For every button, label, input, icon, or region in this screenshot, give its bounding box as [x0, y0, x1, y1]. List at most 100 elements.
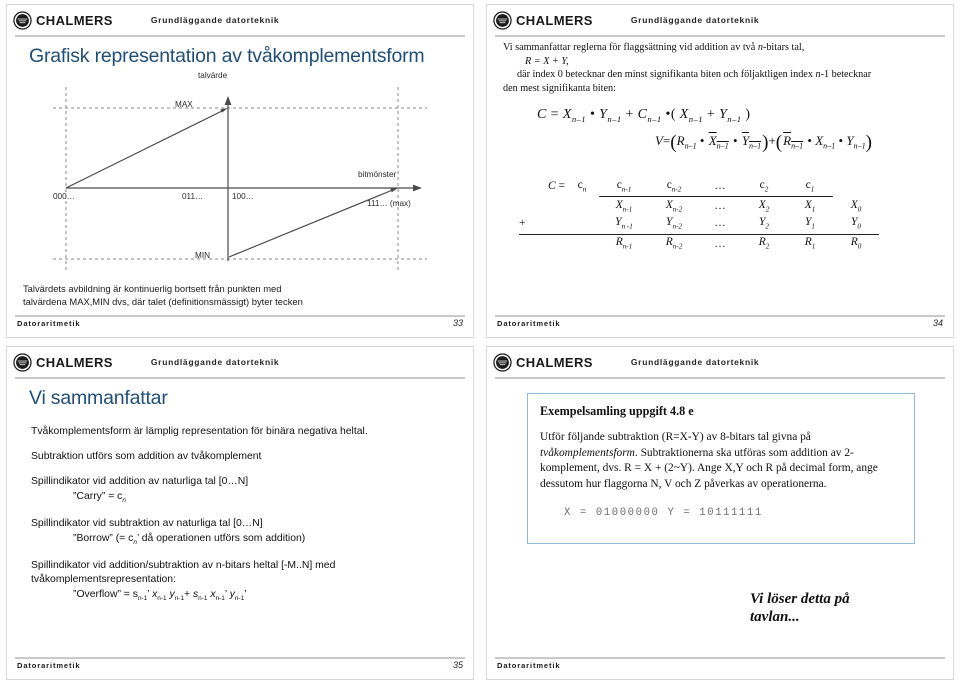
chalmers-logo: CHALMERS — [493, 352, 593, 372]
brand-name: CHALMERS — [516, 12, 593, 28]
slide-header: CHALMERS Grundläggande datorteknik — [7, 347, 473, 377]
chalmers-logo: CHALMERS — [493, 10, 593, 30]
bullet-5-sub-text: ”Overflow” = s — [73, 588, 138, 600]
chalmers-seal-icon — [13, 10, 32, 30]
cell-c-dots: … — [714, 179, 726, 192]
footer-divider — [15, 657, 465, 659]
bullet-3-formula: ”Carry” = cn — [73, 491, 126, 505]
x-tick-111: 111… (max) — [367, 199, 411, 208]
y-tick-min: MIN — [195, 251, 211, 260]
course-name: Grundläggande datorteknik — [630, 15, 760, 25]
bullet-1: Tvåkomplementsform är lämplig representa… — [31, 425, 469, 439]
positive-branch-line — [65, 109, 225, 189]
brand-name: CHALMERS — [516, 354, 593, 370]
chalmers-logo: CHALMERS — [13, 352, 113, 372]
chart-svg — [53, 87, 427, 271]
footer-label: Datoraritmetik — [17, 661, 81, 670]
twos-complement-chart: talvärde bitmönster MAX MIN 000… 011… 10… — [15, 71, 473, 275]
cell-y-n1: Yn -1 — [615, 216, 633, 231]
footer-divider — [495, 657, 945, 659]
exercise-text: Utför följande subtraktion (R=X-Y) av 8-… — [540, 430, 902, 492]
cell-y-2: Y2 — [759, 216, 769, 231]
cell-r-n1: Rn-1 — [615, 236, 633, 251]
caption-line-2: talvärdena MAX,MIN dvs, där talet (defin… — [23, 295, 303, 307]
chalmers-seal-icon — [493, 10, 512, 30]
table-row-r: Rn-1 Rn-2 … R2 R1 R0 — [519, 234, 879, 252]
footer-page-number: 34 — [932, 318, 943, 328]
exercise-operands: X = 01000000 Y = 10111111 — [564, 507, 763, 519]
slide-33: CHALMERS Grundläggande datorteknik Grafi… — [0, 0, 480, 342]
flag-rules-text: Vi sammanfattar reglerna för flaggsättni… — [503, 41, 951, 154]
row-lead-c: C = — [547, 179, 565, 192]
negative-branch-arrow — [390, 188, 398, 193]
slide-36: CHALMERS Grundläggande datorteknik Exemp… — [480, 342, 960, 684]
intro-text-c: där index 0 betecknar den minst signifik… — [517, 69, 816, 81]
footer-divider — [495, 315, 945, 317]
slide-header: CHALMERS Grundläggande datorteknik — [487, 5, 953, 35]
cell-c-n: cn — [577, 178, 587, 193]
bullet-3: Spillindikator vid addition av naturliga… — [31, 475, 469, 506]
slide-35-frame: CHALMERS Grundläggande datorteknik Vi sa… — [6, 346, 474, 680]
cell-x-1: X1 — [804, 198, 816, 214]
bullet-1-text: Tvåkomplementsform är lämplig representa… — [31, 426, 368, 437]
bullet-3-text: Spillindikator vid addition av naturliga… — [31, 476, 249, 488]
brand-name: CHALMERS — [36, 12, 113, 28]
bullet-4-sub-text: ”Borrow” (= c — [73, 532, 134, 544]
slide-footer: Datoraritmetik 35 — [15, 657, 465, 673]
overflow-equation: V=(Rn–1 • Xn–1 • Yn–1)+(Rn–1 • Xn–1 • Yn… — [655, 132, 872, 154]
intro-equation-line: R = X + Y, — [503, 55, 951, 69]
footer-page-number: 35 — [452, 660, 463, 670]
row-lead-x — [519, 197, 565, 215]
caption-line-1: Talvärdets avbildning är kontinuerlig bo… — [23, 283, 282, 294]
row-lead-r — [519, 234, 565, 252]
cell-c-1: c1 — [805, 178, 815, 193]
cell-r-2: R2 — [758, 236, 770, 251]
cell-y-n2: Yn-2 — [666, 216, 682, 231]
footer-label: Datoraritmetik — [497, 319, 561, 328]
table-row-y: + Yn -1 Yn-2 … Y2 Y1 Y0 — [519, 215, 879, 232]
bullet-4-formula: ”Borrow” (= cn’ då operationen utförs so… — [73, 532, 306, 547]
cell-x-0: X0 — [850, 198, 862, 213]
chalmers-logo: CHALMERS — [13, 10, 113, 30]
cell-c-blank — [833, 177, 879, 194]
footer-divider — [15, 315, 465, 317]
cell-r-n2: Rn-2 — [665, 236, 683, 251]
header-divider — [495, 377, 945, 379]
intro-line-1: Vi sammanfattar reglerna för flaggsättni… — [503, 41, 951, 55]
exercise-box: Exempelsamling uppgift 4.8 e Utför följa… — [527, 393, 915, 544]
closing-note: Vi löser detta på tavlan... — [750, 590, 925, 627]
cell-c-2: c2 — [759, 178, 769, 193]
exercise-text-a: Utför följande subtraktion (R=X-Y) av 8-… — [540, 431, 811, 443]
slide-footer: Datoraritmetik 34 — [495, 315, 945, 331]
page-title: Vi sammanfattar — [29, 387, 168, 409]
footer-page-number: 33 — [452, 318, 463, 328]
bullet-2: Subtraktion utförs som addition av tvåko… — [31, 450, 469, 464]
cell-r-0: R0 — [850, 236, 862, 251]
header-divider — [15, 377, 465, 379]
summary-bullets: Tvåkomplementsform är lämplig representa… — [31, 425, 469, 615]
carry-equation: C = Xn–1 • Yn–1 + Cn–1 •( Xn–1 + Yn–1 ) — [537, 106, 751, 124]
addition-table: C = cn cn-1 cn-2 … c2 c1 Xn-1 Xn-2 … X2 … — [519, 177, 879, 252]
intro-text-d: -1 betecknar — [820, 69, 872, 81]
table-row-x: Xn-1 Xn-2 … X2 X1 X0 — [519, 197, 879, 215]
y-axis-label: talvärde — [198, 71, 228, 80]
cell-r-1: R1 — [804, 236, 816, 251]
cell-x-n1: Xn-1 — [615, 198, 633, 214]
slide-handout-sheet: CHALMERS Grundläggande datorteknik Grafi… — [0, 0, 960, 684]
bullet-3-sub-text: ”Carry” = c — [73, 491, 123, 503]
cell-c-n2: cn-2 — [666, 178, 682, 193]
x-axis-label: bitmönster — [358, 170, 397, 179]
slide-footer: Datoraritmetik 33 — [15, 315, 465, 331]
intro-line-3: den mest signifikanta biten: — [503, 83, 616, 95]
cell-x-2: X2 — [758, 198, 770, 214]
course-name: Grundläggande datorteknik — [630, 357, 760, 367]
binary-addition-table: C = cn cn-1 cn-2 … c2 c1 Xn-1 Xn-2 … X2 … — [519, 177, 919, 252]
slide-33-caption: Talvärdets avbildning är kontinuerlig bo… — [23, 283, 463, 309]
course-name: Grundläggande datorteknik — [150, 15, 280, 25]
slide-footer: Datoraritmetik — [495, 657, 945, 673]
course-name: Grundläggande datorteknik — [150, 357, 280, 367]
page-title: Grafisk representation av tvåkomplements… — [29, 45, 425, 67]
x-tick-011: 011… — [182, 192, 204, 201]
header-divider — [15, 35, 465, 37]
y-axis-arrow — [224, 96, 232, 105]
